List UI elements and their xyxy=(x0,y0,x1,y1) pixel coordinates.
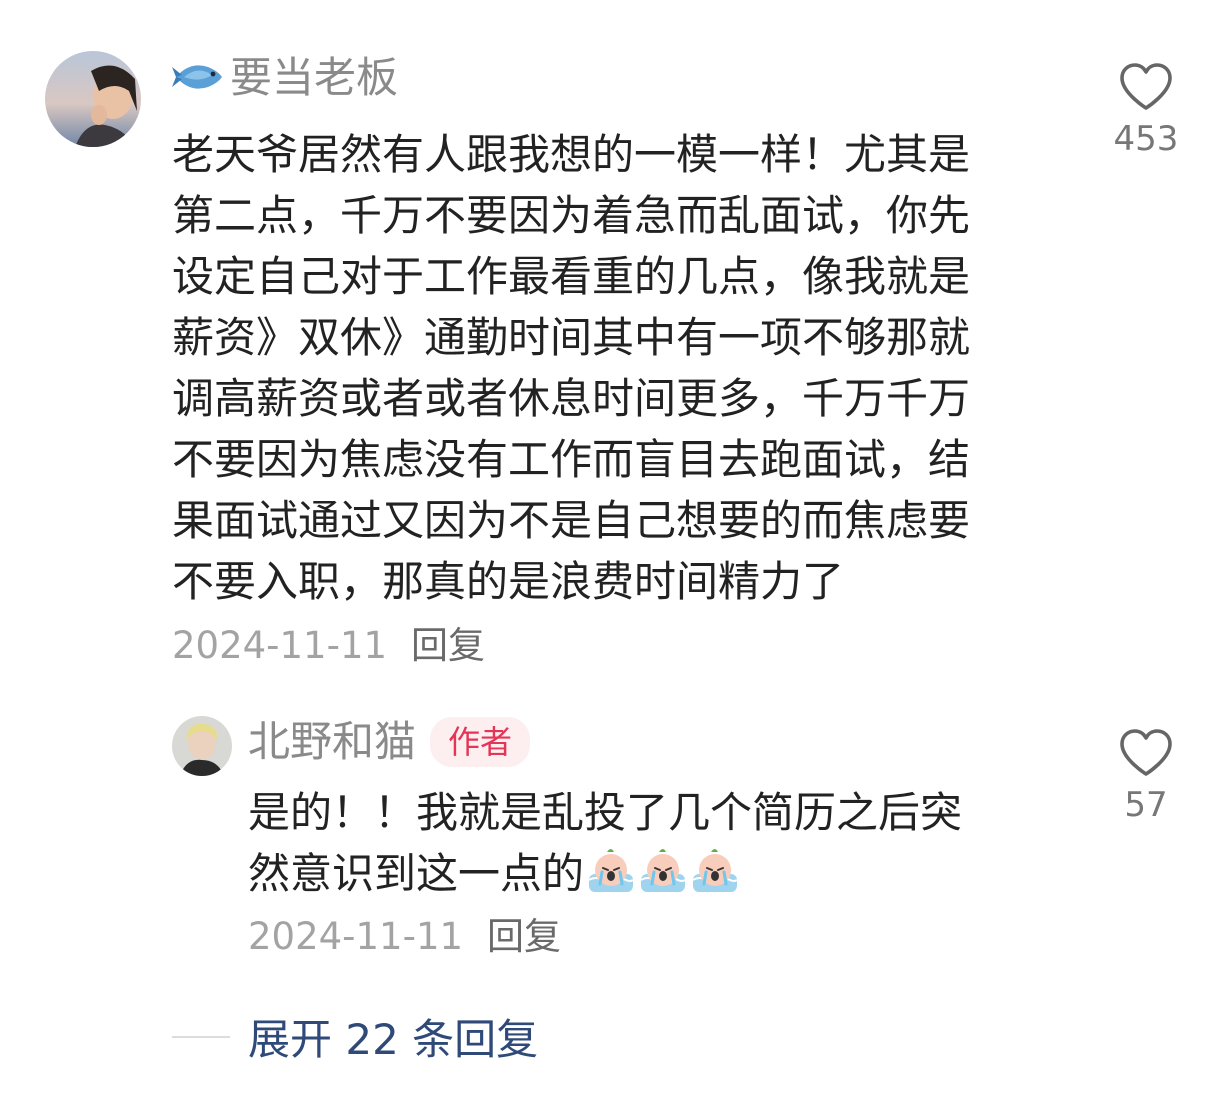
avatar[interactable] xyxy=(45,51,141,147)
like-count: 57 xyxy=(1124,785,1168,825)
reply-line: 然意识到这一点的 xyxy=(248,849,585,898)
expand-replies[interactable]: 展开 22 条回复 xyxy=(172,1006,538,1067)
crying-face-emoji xyxy=(690,846,740,896)
divider xyxy=(172,1035,230,1038)
comment-line: 老天爷居然有人跟我想的一模一样！尤其是 xyxy=(172,130,971,179)
fish-icon xyxy=(172,53,226,109)
comment-body[interactable]: 老天爷居然有人跟我想的一模一样！尤其是 第二点，千万不要因为着急而乱面试，你先 … xyxy=(172,124,1062,612)
reply-username[interactable]: 北野和猫 xyxy=(248,717,416,766)
reply-meta: 2024-11-11 回复 xyxy=(248,914,561,960)
comment-line: 果面试通过又因为不是自己想要的而焦虑要 xyxy=(172,496,971,545)
expand-replies-label[interactable]: 展开 22 条回复 xyxy=(248,1015,538,1064)
reply-button[interactable]: 回复 xyxy=(411,624,485,667)
comment-meta: 2024-11-11 回复 xyxy=(172,623,485,669)
like-button[interactable]: 57 xyxy=(1106,728,1186,826)
comment-line: 薪资》双休》通勤时间其中有一项不够那就 xyxy=(172,313,971,362)
comment-item: 要当老板 老天爷居然有人跟我想的一模一样！尤其是 第二点，千万不要因为着急而乱面… xyxy=(0,0,1220,680)
heart-outline-icon xyxy=(1106,728,1186,778)
comment-date: 2024-11-11 xyxy=(172,624,388,667)
author-badge: 作者 xyxy=(430,716,531,767)
reply-line-with-emoji: 然意识到这一点的 xyxy=(248,843,1078,904)
reply-body[interactable]: 是的！！我就是乱投了几个简历之后突 然意识到这一点的 xyxy=(248,782,1078,904)
like-button[interactable]: 453 xyxy=(1106,62,1186,160)
reply-date: 2024-11-11 xyxy=(248,915,464,958)
reply-button[interactable]: 回复 xyxy=(487,915,561,958)
reply-username-row: 北野和猫 作者 xyxy=(248,714,531,770)
reply-line: 是的！！我就是乱投了几个简历之后突 xyxy=(248,788,963,837)
crying-face-emoji xyxy=(586,846,636,896)
comment-line: 设定自己对于工作最看重的几点，像我就是 xyxy=(172,252,971,301)
comment-line: 不要因为焦虑没有工作而盲目去跑面试，结 xyxy=(172,435,971,484)
heart-outline-icon xyxy=(1106,62,1186,112)
comment-line: 不要入职，那真的是浪费时间精力了 xyxy=(172,557,845,606)
comment-line: 调高薪资或者或者休息时间更多，千万千万 xyxy=(172,374,971,423)
username-text: 要当老板 xyxy=(230,53,399,102)
comment-username[interactable]: 要当老板 xyxy=(172,50,398,109)
crying-face-emoji xyxy=(638,846,688,896)
reply-item: 北野和猫 作者 是的！！我就是乱投了几个简历之后突 然意识到这一点的 2024-… xyxy=(0,700,1220,980)
comment-line: 第二点，千万不要因为着急而乱面试，你先 xyxy=(172,191,971,240)
avatar[interactable] xyxy=(172,716,232,776)
like-count: 453 xyxy=(1113,119,1179,159)
